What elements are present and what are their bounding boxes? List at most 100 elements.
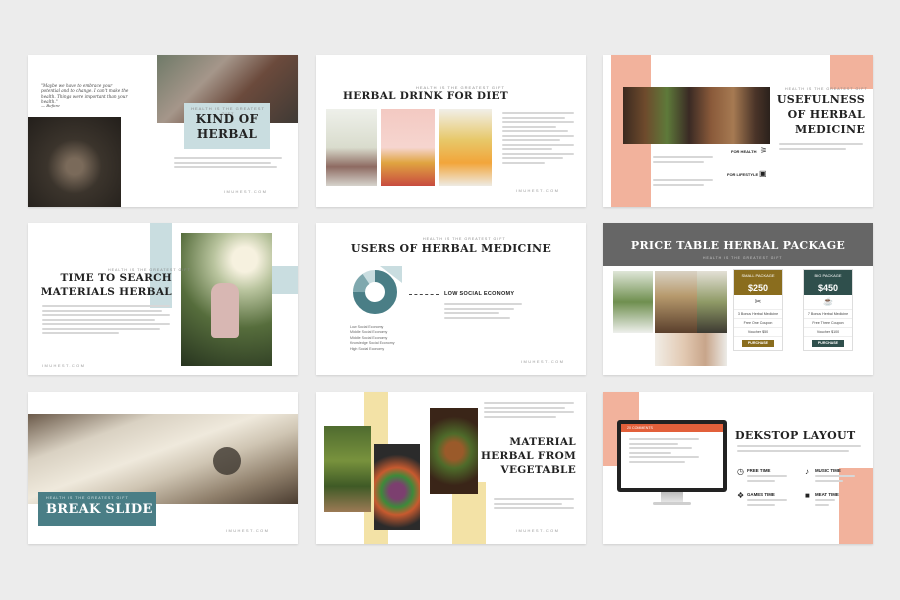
body-text-top xyxy=(484,402,574,420)
card-item: 3 Bonus Herbal Medicine xyxy=(734,310,782,319)
slide-price-table[interactable]: PRICE TABLE HERBAL PACKAGE HEALTH IS THE… xyxy=(603,223,873,375)
body-text-bottom xyxy=(494,498,574,512)
monitor-stand xyxy=(661,492,683,502)
person-icon: ⚞ xyxy=(760,146,768,155)
herb-photo-3 xyxy=(697,271,727,333)
slide-title: BREAK SLIDE xyxy=(46,502,153,517)
quote-text: "Maybe we have to embrace your potential… xyxy=(41,83,129,105)
slide-material-herbal[interactable]: MATERIAL HERBAL FROM VEGETABLE IMUHEST.C… xyxy=(316,392,586,544)
card-name: SMALL PACKAGE xyxy=(734,270,782,281)
purchase-button[interactable]: PURCHASE xyxy=(812,340,844,347)
herbs-market-photo xyxy=(623,87,770,144)
herb-photo-1 xyxy=(613,271,653,333)
feature-text xyxy=(815,475,855,484)
slide-break[interactable]: HEALTH IS THE GREATEST GIFT BREAK SLIDE … xyxy=(28,392,298,544)
card-price: $450 xyxy=(804,281,852,295)
slide-title: HERBAL DRINK FOR DIET xyxy=(343,90,508,102)
purchase-button[interactable]: PURCHASE xyxy=(742,340,774,347)
feature-text xyxy=(747,475,787,484)
legend: Low Social Economy Middle Social Economy… xyxy=(350,325,395,352)
kicker: HEALTH IS THE GREATEST GIFT xyxy=(46,496,129,500)
slide-title-line3: MEDICINE xyxy=(795,123,865,136)
card-item: Voucher $100 xyxy=(804,328,852,337)
greens-photo xyxy=(324,426,371,512)
feature-label: MEAT TIME xyxy=(815,492,839,497)
slide-kind-of-herbal[interactable]: "Maybe we have to embrace your potential… xyxy=(28,55,298,207)
body-text xyxy=(779,143,863,152)
kicker: HEALTH IS THE GREATEST GIFT xyxy=(785,87,868,91)
bowl-photo xyxy=(374,444,420,530)
screen-comments xyxy=(629,438,699,465)
card-item: Voucher $50 xyxy=(734,328,782,337)
slide-desktop-layout[interactable]: 20 COMMENTS DEKSTOP LAYOUT ◷ FREE TIME ♪… xyxy=(603,392,873,544)
body-text xyxy=(174,157,282,171)
person-figure xyxy=(211,283,239,338)
drink-photo-3 xyxy=(439,109,492,186)
feature-text xyxy=(747,499,787,508)
kicker: HEALTH IS THE GREATEST GIFT xyxy=(703,256,783,260)
quote-author: — Before xyxy=(41,103,60,108)
slide-time-to-search[interactable]: HEALTH IS THE GREATEST GIFT TIME TO SEAR… xyxy=(28,223,298,375)
slide-title-line2: MATERIALS HERBAL xyxy=(40,286,172,298)
open-book-photo xyxy=(28,414,298,504)
slide-title: DEKSTOP LAYOUT xyxy=(735,429,856,442)
slide-title: USERS OF HERBAL MEDICINE xyxy=(350,242,552,255)
slide-title-line1: MATERIAL xyxy=(509,436,576,448)
label-for-lifestyle: FOR LIFESTYLE xyxy=(727,172,759,177)
website-url[interactable]: IMUHEST.COM xyxy=(521,359,564,364)
body-text xyxy=(737,445,861,454)
music-icon: ♪ xyxy=(805,467,809,476)
puzzle-icon: ❖ xyxy=(737,491,745,500)
slide-title-line3: VEGETABLE xyxy=(500,464,576,476)
callout-text xyxy=(444,303,522,321)
slide-usefulness[interactable]: HEALTH IS THE GREATEST GIFT USEFULNESS O… xyxy=(603,55,873,207)
slide-title: PRICE TABLE HERBAL PACKAGE xyxy=(630,239,846,252)
slide-users-herbal[interactable]: HEALTH IS THE GREATEST GIFT USERS OF HER… xyxy=(316,223,586,375)
feature-text xyxy=(815,499,835,508)
card-price: $250 xyxy=(734,281,782,295)
lifestyle-text xyxy=(653,179,713,188)
hands-soil-photo-small xyxy=(28,117,121,207)
peach-bar-right xyxy=(830,55,873,89)
card-name: BIG PACKAGE xyxy=(804,270,852,281)
drink-photo-2 xyxy=(381,109,435,186)
website-url[interactable]: IMUHEST.COM xyxy=(516,188,559,193)
monitor-base xyxy=(653,502,691,505)
hands-pills-photo xyxy=(655,333,727,366)
slide-title-line2: HERBAL xyxy=(196,127,258,141)
health-text xyxy=(653,156,713,165)
slide-title-line1: TIME TO SEARCH xyxy=(60,272,172,284)
body-text xyxy=(502,112,574,166)
price-card-small[interactable]: SMALL PACKAGE $250 ✂ 3 Bonus Herbal Medi… xyxy=(733,269,783,351)
slide-herbal-drink[interactable]: HEALTH IS THE GREATEST GIFT HERBAL DRINK… xyxy=(316,55,586,207)
body-text xyxy=(42,305,170,337)
camera-icon: ▣ xyxy=(759,169,767,178)
slide-title-line2: HERBAL FROM xyxy=(481,450,576,462)
card-item: 7 Bonus Herbal Medicine xyxy=(804,310,852,319)
legend-item: Knowledge Social Economy xyxy=(350,341,395,346)
spices-photo xyxy=(430,408,478,494)
screen-header: 20 COMMENTS xyxy=(621,424,723,432)
website-url[interactable]: IMUHEST.COM xyxy=(516,528,559,533)
card-item: Free One Coupon xyxy=(734,319,782,328)
slide-title-line1: KIND OF xyxy=(195,112,259,126)
card-item: Free Three Coupon xyxy=(804,319,852,328)
slide-title-line1: USEFULNESS xyxy=(776,93,865,106)
clock-icon: ◷ xyxy=(737,467,744,476)
cup-icon: ☕ xyxy=(804,295,852,310)
website-url[interactable]: IMUHEST.COM xyxy=(224,189,267,194)
callout-line xyxy=(409,294,439,295)
herb-photo-2 xyxy=(655,271,697,333)
price-card-big[interactable]: BIG PACKAGE $450 ☕ 7 Bonus Herbal Medici… xyxy=(803,269,853,351)
website-url[interactable]: IMUHEST.COM xyxy=(226,528,269,533)
callout-label: LOW SOCIAL ECONOMY xyxy=(444,291,515,297)
cow-icon: ■ xyxy=(805,491,810,500)
legend-item: High Social Economy xyxy=(350,346,385,351)
book-illustration xyxy=(213,447,241,475)
feature-label: FREE TIME xyxy=(747,468,771,473)
feature-label: MUSIC TIME xyxy=(815,468,841,473)
website-url[interactable]: IMUHEST.COM xyxy=(42,363,85,368)
drink-photo-1 xyxy=(326,109,377,186)
feature-label: GAMES TIME xyxy=(747,492,775,497)
donut-chart xyxy=(353,266,402,314)
